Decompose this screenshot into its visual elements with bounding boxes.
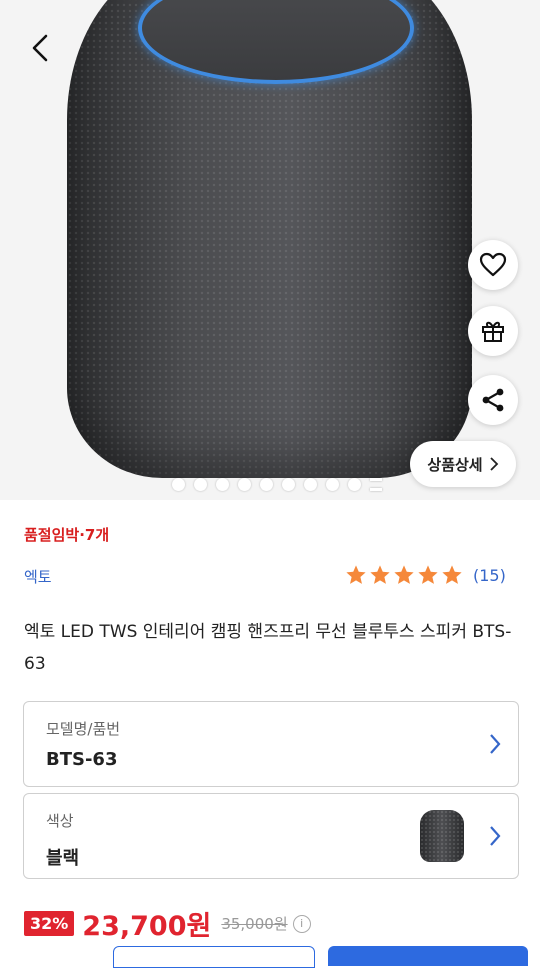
- info-icon[interactable]: i: [292, 914, 311, 933]
- pagination-dot[interactable]: [216, 478, 229, 491]
- pagination-dot[interactable]: [348, 478, 361, 491]
- star-icon: [346, 565, 366, 584]
- rating[interactable]: (15): [345, 564, 506, 586]
- pagination-dot[interactable]: [304, 478, 317, 491]
- price-row: 32% 23,700원 35,000원 i: [24, 904, 311, 943]
- cart-button[interactable]: [113, 946, 315, 968]
- option-model[interactable]: 모델명/품번 BTS-63: [23, 701, 519, 787]
- pagination-dot[interactable]: [260, 478, 273, 491]
- product-detail-button[interactable]: 상품상세: [410, 441, 516, 487]
- sale-price: 23,700원: [82, 911, 212, 942]
- chevron-right-icon: [489, 457, 498, 471]
- product-detail-label: 상품상세: [427, 455, 483, 474]
- product-image-gallery[interactable]: 상품상세: [0, 0, 540, 500]
- pagination-dot[interactable]: [282, 478, 295, 491]
- star-icon: [394, 565, 414, 584]
- option-value: 블랙: [46, 848, 80, 869]
- chevron-right-icon: [490, 826, 501, 846]
- stock-notice: 품절임박·7개: [24, 526, 110, 544]
- share-icon: [482, 388, 504, 412]
- star-icon: [442, 565, 462, 584]
- option-label: 모델명/품번: [46, 720, 121, 738]
- pagination-dot[interactable]: [172, 478, 185, 491]
- back-button[interactable]: [24, 30, 56, 66]
- star-icon: [370, 565, 390, 584]
- chevron-right-icon: [490, 734, 501, 754]
- option-color[interactable]: 색상 블랙: [23, 793, 519, 879]
- pagination-dot[interactable]: [326, 478, 339, 491]
- buy-button[interactable]: [328, 946, 528, 966]
- bottom-action-bar: [0, 946, 540, 968]
- pagination-dot[interactable]: [238, 478, 251, 491]
- share-button[interactable]: [468, 375, 518, 425]
- heart-icon: [479, 252, 507, 277]
- wishlist-button[interactable]: [468, 240, 518, 290]
- chevron-left-icon: [32, 34, 48, 62]
- original-price: 35,000원: [221, 915, 288, 933]
- brand-link[interactable]: 엑토: [24, 566, 52, 587]
- gift-button[interactable]: [468, 306, 518, 356]
- option-label: 색상: [46, 812, 74, 830]
- pagination-dot-active[interactable]: [370, 478, 382, 491]
- star-icon: [418, 565, 438, 584]
- color-thumbnail: [420, 810, 464, 862]
- gallery-pagination: [172, 478, 382, 491]
- option-value: BTS-63: [46, 749, 118, 770]
- review-count: (15): [473, 565, 506, 585]
- pagination-dot[interactable]: [194, 478, 207, 491]
- gift-icon: [482, 321, 504, 342]
- product-title: 엑토 LED TWS 인테리어 캠핑 핸즈프리 무선 블루투스 스피커 BTS-…: [24, 622, 512, 674]
- discount-badge: 32%: [24, 911, 75, 936]
